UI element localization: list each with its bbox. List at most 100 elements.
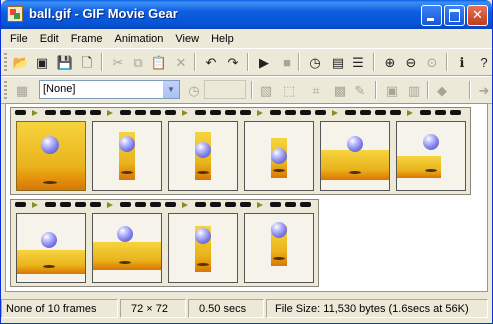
frame-thumbnail[interactable] bbox=[244, 121, 314, 191]
ball-image bbox=[41, 136, 59, 154]
frame-image bbox=[93, 242, 161, 270]
eyedropper-icon[interactable]: ✎ bbox=[351, 81, 369, 99]
play-icon[interactable]: ▶ bbox=[255, 53, 273, 71]
delete-icon[interactable]: ✕ bbox=[172, 53, 190, 71]
toolbar-separator bbox=[298, 53, 300, 71]
save-icon[interactable]: 💾 bbox=[56, 53, 74, 71]
zoom-reset-icon[interactable]: ⊙ bbox=[423, 53, 441, 71]
frame-thumbnail[interactable] bbox=[92, 213, 162, 283]
ball-shadow bbox=[43, 181, 57, 184]
toolbar-grip[interactable] bbox=[4, 81, 7, 99]
ball-shadow bbox=[425, 169, 437, 172]
frame-thumbnail[interactable] bbox=[16, 121, 86, 191]
film-perforation bbox=[11, 110, 470, 117]
status-delay: 0.50 secs bbox=[188, 299, 264, 318]
chevron-down-icon[interactable]: ▼ bbox=[162, 81, 179, 98]
frame-image bbox=[17, 122, 85, 190]
frame-thumbnail[interactable] bbox=[320, 121, 390, 191]
app-window: ball.gif - GIF Movie Gear ✕ File Edit Fr… bbox=[0, 0, 493, 324]
ball-shadow bbox=[119, 261, 131, 264]
frame-thumbnail[interactable] bbox=[16, 213, 86, 283]
info-icon[interactable]: ℹ bbox=[453, 53, 471, 71]
maximize-button[interactable] bbox=[444, 5, 465, 26]
transparency-icon[interactable]: ◆ bbox=[433, 81, 451, 99]
zoom-in-icon[interactable]: ⊕ bbox=[381, 53, 399, 71]
properties-icon[interactable]: ▦ bbox=[13, 81, 31, 99]
minimize-button[interactable] bbox=[421, 5, 442, 26]
delay-icon: ◷ bbox=[188, 82, 200, 98]
ball-shadow bbox=[273, 257, 285, 260]
menu-view[interactable]: View bbox=[169, 31, 205, 47]
copy-icon[interactable]: ⧉ bbox=[129, 53, 147, 71]
filmstrip bbox=[10, 199, 319, 287]
status-bar: None of 10 frames 72 × 72 0.50 secs File… bbox=[1, 295, 492, 322]
status-filesize: File Size: 11,530 bytes (1.6secs at 56K) bbox=[266, 299, 488, 318]
frame-image bbox=[397, 156, 441, 178]
new-icon[interactable]: 🗋 bbox=[78, 53, 96, 71]
toolbar-separator bbox=[251, 81, 253, 99]
toolbar-separator bbox=[101, 53, 103, 71]
frame-thumbnail[interactable] bbox=[92, 121, 162, 191]
toolbar-separator bbox=[375, 81, 377, 99]
frame-transform-icon[interactable]: ⬚ bbox=[280, 81, 298, 99]
menu-file[interactable]: File bbox=[4, 31, 34, 47]
ball-shadow bbox=[349, 171, 361, 174]
toolbar-separator bbox=[446, 53, 448, 71]
status-size: 72 × 72 bbox=[120, 299, 186, 318]
menu-edit[interactable]: Edit bbox=[34, 31, 65, 47]
frame-thumbnail[interactable] bbox=[168, 213, 238, 283]
title-bar[interactable]: ball.gif - GIF Movie Gear ✕ bbox=[1, 0, 492, 29]
frame-thumbnail[interactable] bbox=[168, 121, 238, 191]
ball-image bbox=[195, 228, 211, 244]
frame-image bbox=[321, 150, 389, 180]
help-icon[interactable]: ? bbox=[475, 53, 493, 71]
duplicate-frame-icon[interactable]: ▥ bbox=[405, 81, 423, 99]
ball-image bbox=[119, 136, 135, 152]
film-perforation bbox=[11, 202, 318, 209]
toolbar-grip[interactable] bbox=[4, 53, 7, 71]
crop-icon[interactable]: ⌗ bbox=[307, 81, 325, 99]
frame-thumbnail[interactable] bbox=[396, 121, 466, 191]
app-icon[interactable] bbox=[7, 6, 23, 22]
toolbar-separator bbox=[469, 81, 471, 99]
frame-view[interactable] bbox=[5, 103, 488, 292]
timing-icon[interactable]: ◷ bbox=[306, 53, 324, 71]
main-toolbar: 📂 ▣ 💾 🗋 ✂ ⧉ 📋 ✕ ↶ ↷ ▶ ■ ◷ ▤ ☰ ⊕ ⊖ ⊙ ℹ? bbox=[1, 48, 492, 76]
undo-icon[interactable]: ↶ bbox=[202, 53, 220, 71]
disposal-select[interactable]: [None] ▼ bbox=[39, 80, 180, 99]
ball-image bbox=[271, 148, 287, 164]
frame-edit-icon[interactable]: ▩ bbox=[331, 81, 349, 99]
ball-shadow bbox=[43, 265, 55, 268]
ball-image bbox=[195, 142, 211, 158]
zoom-out-icon[interactable]: ⊖ bbox=[402, 53, 420, 71]
save-icon-alt[interactable]: ▣ bbox=[33, 53, 51, 71]
ball-shadow bbox=[197, 263, 209, 266]
menu-help[interactable]: Help bbox=[205, 31, 240, 47]
open-icon[interactable]: 📂 bbox=[12, 53, 30, 71]
paste-icon[interactable]: 📋 bbox=[150, 53, 168, 71]
redo-icon[interactable]: ↷ bbox=[224, 53, 242, 71]
cut-icon[interactable]: ✂ bbox=[109, 53, 127, 71]
ball-image bbox=[271, 222, 287, 238]
frame-props-icon[interactable]: ▧ bbox=[257, 81, 275, 99]
ball-shadow bbox=[273, 169, 285, 172]
insert-frame-icon[interactable]: ▣ bbox=[383, 81, 401, 99]
delay-field[interactable] bbox=[204, 80, 246, 99]
ball-image bbox=[117, 226, 133, 242]
close-button[interactable]: ✕ bbox=[467, 5, 488, 26]
ball-image bbox=[347, 136, 363, 152]
frame-thumbnail[interactable] bbox=[244, 213, 314, 283]
export-icon[interactable]: ➜ bbox=[475, 81, 493, 99]
frame-toolbar: ▦ [None] ▼ ◷ ▧ ⬚ ⌗ ▩ ✎ ▣ ▥ ◆ ➜ bbox=[1, 76, 492, 104]
toolbar-separator bbox=[373, 53, 375, 71]
menu-frame[interactable]: Frame bbox=[65, 31, 109, 47]
status-frames: None of 10 frames bbox=[1, 299, 118, 318]
stop-icon[interactable]: ■ bbox=[278, 53, 296, 71]
ball-shadow bbox=[197, 171, 209, 174]
menu-bar: File Edit Frame Animation View Help bbox=[1, 29, 492, 48]
film-icon[interactable]: ▤ bbox=[329, 53, 347, 71]
filmstrip bbox=[10, 107, 471, 195]
toolbar-separator bbox=[247, 53, 249, 71]
menu-animation[interactable]: Animation bbox=[108, 31, 169, 47]
palette-icon[interactable]: ☰ bbox=[349, 53, 367, 71]
